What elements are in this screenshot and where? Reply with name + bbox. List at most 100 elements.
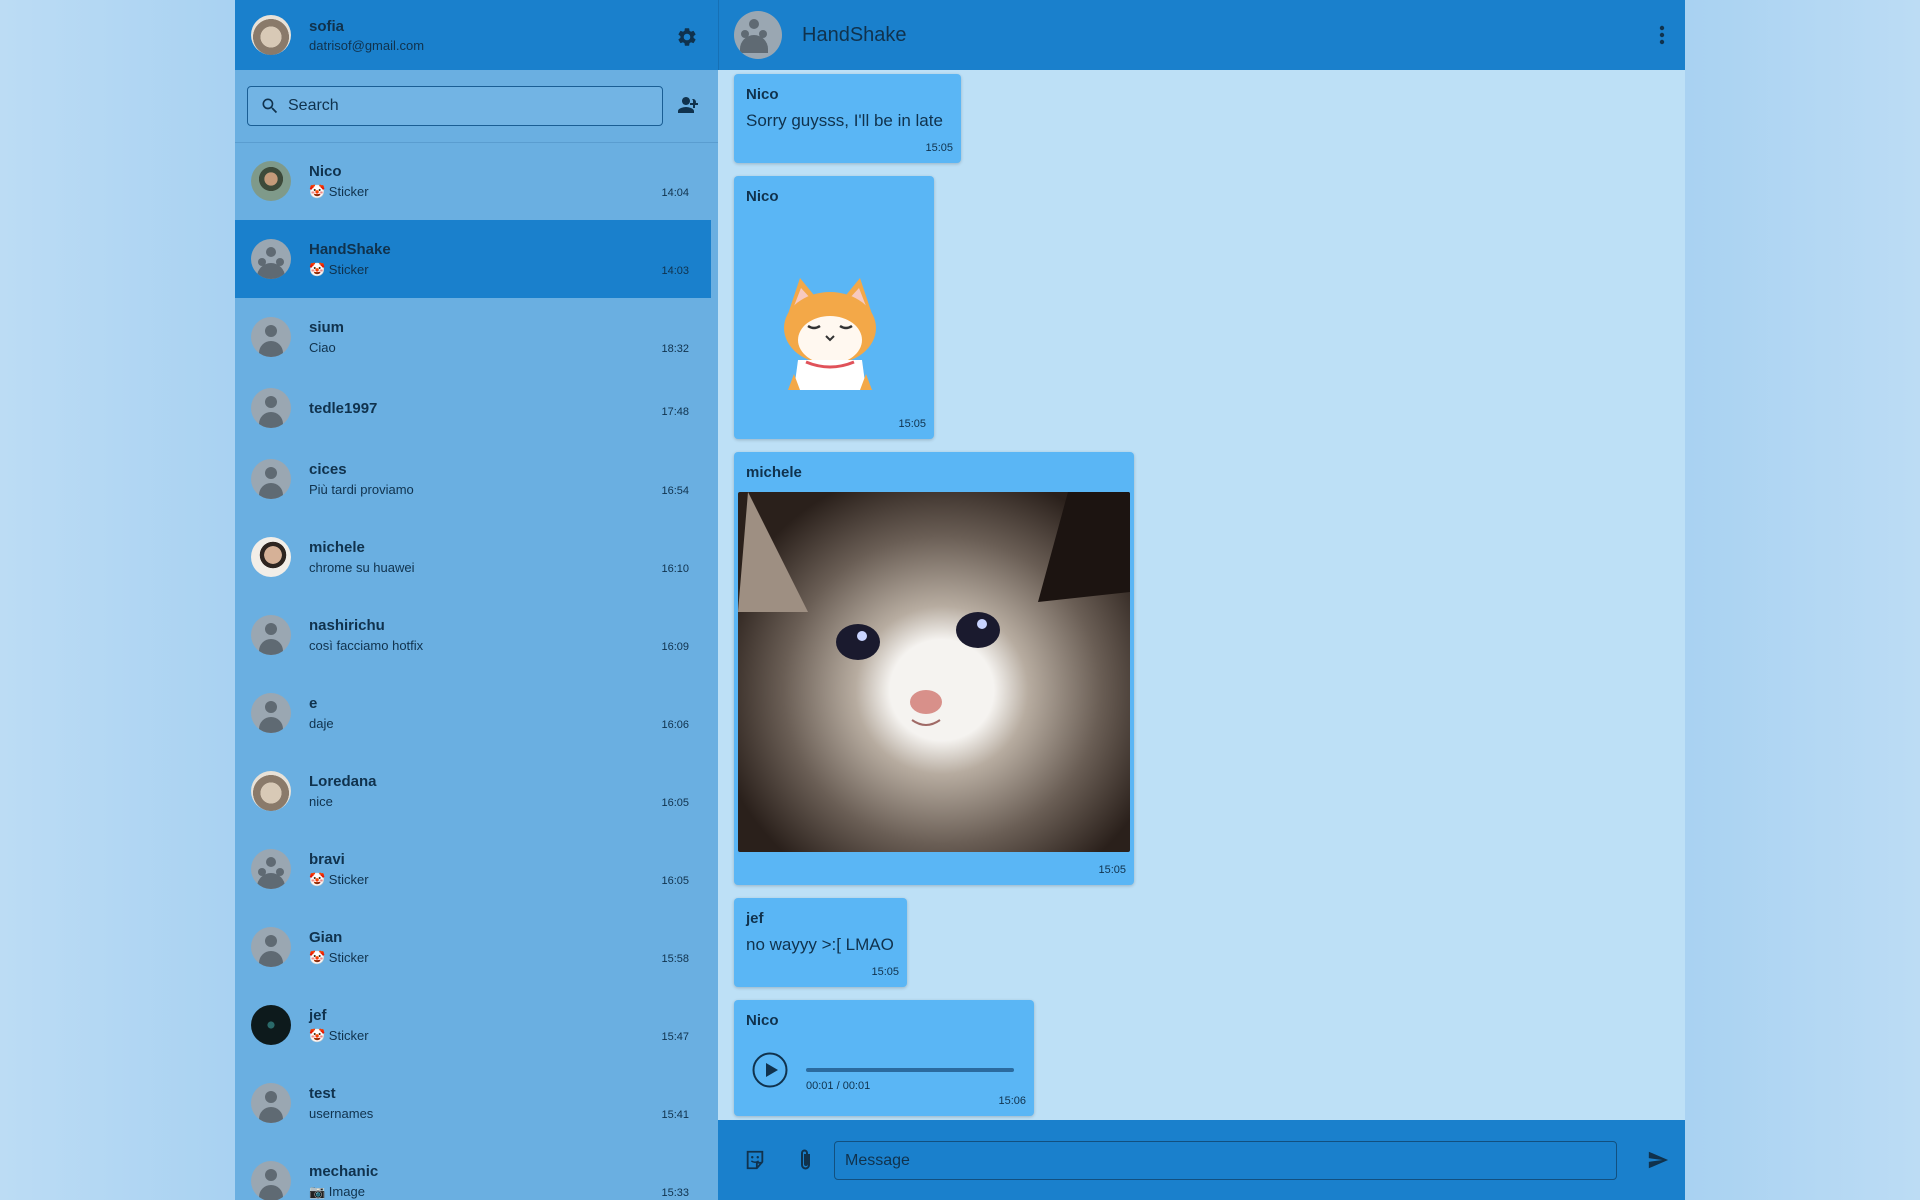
profile-info: sofia datrisof@gmail.com <box>309 18 424 53</box>
chat-preview: daje <box>309 716 334 731</box>
search-input[interactable] <box>288 97 648 115</box>
chat-name: sium <box>309 319 345 336</box>
list-item[interactable]: e daje 16:06 <box>235 674 711 752</box>
avatar <box>251 317 291 357</box>
list-item[interactable]: test usernames 15:41 <box>235 1064 711 1142</box>
chat-name: Gian <box>309 928 343 946</box>
chat-time: 16:09 <box>661 641 689 653</box>
chat-time: 15:47 <box>661 1031 689 1043</box>
list-item[interactable]: jef 🤡 Sticker 15:47 <box>235 986 711 1064</box>
message-sender: michele <box>746 464 802 481</box>
composer-bar <box>718 1120 1685 1200</box>
chat-preview: Ciao <box>309 340 336 355</box>
message-text: no wayyy >:[ LMAO <box>746 935 894 954</box>
chat-name: mechanic <box>309 1162 379 1180</box>
avatar <box>251 849 291 889</box>
avatar <box>251 1005 291 1045</box>
message-time: 15:05 <box>898 418 926 430</box>
list-item[interactable]: Loredana nice 16:05 <box>235 752 711 830</box>
message-bubble[interactable]: Nico 00:01 / 00:01 15:06 <box>734 1000 1034 1116</box>
sidebar: sofia datrisof@gmail.com Nico 🤡 Sticker 1… <box>235 0 718 1200</box>
avatar <box>251 388 291 428</box>
kitten-image <box>738 492 1130 726</box>
list-item[interactable]: bravi 🤡 Sticker 16:05 <box>235 830 711 908</box>
message-time: 15:05 <box>1098 864 1126 876</box>
message-text: Sorry guysss, I'll be in late <box>746 111 943 130</box>
message-time: 15:05 <box>871 966 899 978</box>
message-time: 15:05 <box>925 142 953 154</box>
message-bubble[interactable]: michele 15:05 <box>734 452 1134 885</box>
chat-pane: HandShake Nico Sorry guysss, I'll be in … <box>718 0 1685 1200</box>
sticker-icon[interactable] <box>744 1149 766 1171</box>
search-row <box>235 70 718 142</box>
play-icon[interactable] <box>752 1052 788 1088</box>
list-item[interactable]: nashirichu così facciamo hotfix 16:09 <box>235 596 711 674</box>
chat-name: HandShake <box>309 240 391 258</box>
avatar[interactable] <box>251 15 291 55</box>
profile-email: datrisof@gmail.com <box>309 37 425 53</box>
search-box[interactable] <box>247 86 663 126</box>
chat-time: 15:41 <box>661 1109 689 1121</box>
chat-name: tedle1997 <box>309 399 378 417</box>
chat-preview: nice <box>309 794 333 809</box>
avatar <box>251 615 291 655</box>
avatar <box>251 1161 291 1200</box>
chat-preview: 🤡 Sticker <box>309 949 369 965</box>
avatar <box>251 239 291 279</box>
avatar <box>251 459 291 499</box>
more-vert-icon[interactable] <box>1659 24 1665 46</box>
chat-time: 16:06 <box>661 719 689 731</box>
list-item[interactable]: michele chrome su huawei 16:10 <box>235 518 711 596</box>
send-icon[interactable] <box>1647 1149 1669 1171</box>
chat-preview: 🤡 Sticker <box>309 871 369 887</box>
list-item[interactable]: Gian 🤡 Sticker 15:58 <box>235 908 711 986</box>
message-sender: Nico <box>746 1012 779 1029</box>
audio-progress-bar[interactable] <box>806 1068 1014 1072</box>
chat-preview: Più tardi proviamo <box>309 482 414 497</box>
message-image[interactable] <box>738 492 1130 852</box>
chat-name: e <box>309 695 318 712</box>
add-user-icon[interactable] <box>676 93 702 117</box>
list-item[interactable]: HandShake 🤡 Sticker 14:03 <box>235 220 711 298</box>
sticker-image <box>784 278 876 390</box>
paperclip-icon[interactable] <box>799 1148 813 1172</box>
avatar <box>251 771 291 811</box>
chat-time: 18:32 <box>661 343 689 355</box>
chat-header: HandShake <box>718 0 1685 70</box>
message-bubble[interactable]: jef no wayyy >:[ LMAO 15:05 <box>734 898 907 987</box>
message-sender: Nico <box>746 86 779 103</box>
chat-time: 16:05 <box>661 875 689 887</box>
chat-name: Loredana <box>309 773 377 790</box>
profile-name: sofia <box>309 17 345 35</box>
list-item[interactable]: mechanic 📷 Image 15:33 <box>235 1142 711 1200</box>
chat-preview: 🤡 Sticker <box>309 261 369 277</box>
avatar <box>251 693 291 733</box>
message-time: 15:06 <box>998 1095 1026 1107</box>
gear-icon[interactable] <box>676 26 698 48</box>
search-icon <box>262 98 278 114</box>
chat-name: bravi <box>309 850 345 868</box>
avatar <box>251 537 291 577</box>
list-item[interactable]: sium Ciao 18:32 <box>235 298 711 376</box>
chat-name: nashirichu <box>309 617 385 634</box>
list-item[interactable]: tedle1997 17:48 <box>235 376 711 440</box>
message-bubble[interactable]: Nico 15:05 <box>734 176 934 439</box>
chat-name: michele <box>309 539 365 556</box>
audio-time: 00:01 / 00:01 <box>806 1080 871 1092</box>
chat-preview: usernames <box>309 1106 374 1121</box>
message-sender: jef <box>746 910 764 927</box>
chat-time: 14:03 <box>661 265 689 277</box>
avatar[interactable] <box>734 11 782 59</box>
chat-time: 15:58 <box>661 953 689 965</box>
page-title: HandShake <box>802 23 907 46</box>
chat-name: Nico <box>309 162 342 180</box>
message-input[interactable] <box>834 1141 1617 1180</box>
list-item[interactable]: cices Più tardi proviamo 16:54 <box>235 440 711 518</box>
chat-time: 16:10 <box>661 563 689 575</box>
profile-bar: sofia datrisof@gmail.com <box>235 0 718 70</box>
chat-time: 16:05 <box>661 797 689 809</box>
chat-name: test <box>309 1085 336 1102</box>
avatar <box>251 927 291 967</box>
list-item[interactable]: Nico 🤡 Sticker 14:04 <box>235 142 711 220</box>
message-bubble[interactable]: Nico Sorry guysss, I'll be in late 15:05 <box>734 74 961 163</box>
